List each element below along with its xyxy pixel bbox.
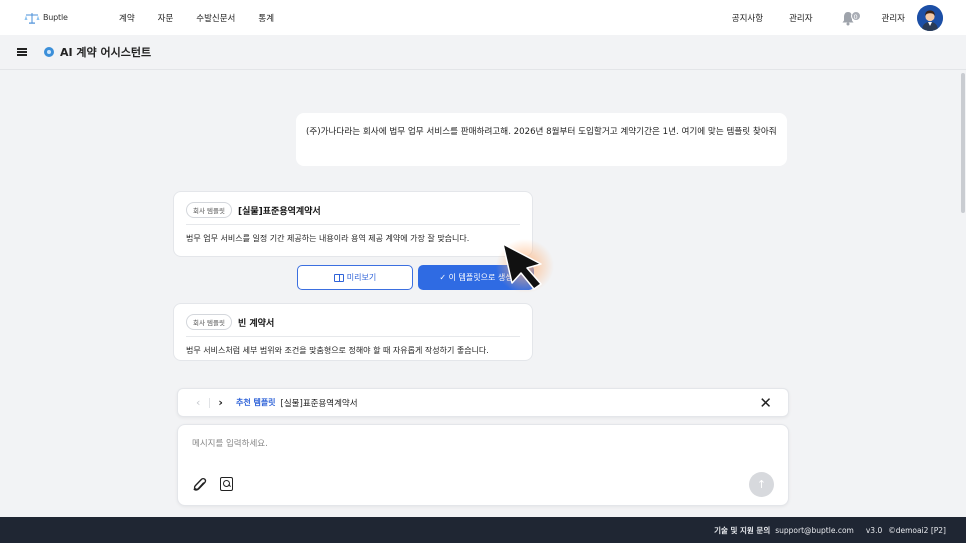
- hamburger-menu-icon[interactable]: [17, 48, 27, 56]
- message-input[interactable]: [192, 439, 692, 449]
- mouse-cursor-icon: [496, 239, 554, 293]
- divider: [209, 397, 211, 408]
- preview-button[interactable]: 미리보기: [297, 265, 413, 290]
- recommendation-label: 추천 템플릿: [235, 398, 276, 407]
- scrollbar-thumb[interactable]: [961, 73, 965, 213]
- close-icon[interactable]: ✕: [759, 394, 772, 412]
- template-card-header: 회사 템플릿 [실물]표준용역계약서: [186, 202, 520, 225]
- support-label: 기술 및 지원 문의: [714, 525, 771, 535]
- paperclip-icon[interactable]: [193, 477, 207, 493]
- template-card[interactable]: 회사 템플릿 [실물]표준용역계약서 법무 업무 서비스를 일정 기간 제공하는…: [173, 191, 533, 257]
- nav-item-statistics[interactable]: 통계: [258, 12, 274, 24]
- user-message: (주)가나다라는 회사에 법무 업무 서비스를 판매하려고해. 2026년 8월…: [296, 113, 787, 166]
- nav-item-advice[interactable]: 자문: [158, 12, 174, 24]
- template-title: 빈 계약서: [237, 318, 275, 329]
- scrollbar[interactable]: [960, 70, 966, 370]
- logo[interactable]: Buptle: [24, 12, 94, 24]
- recommendation-bar: ‹ › 추천 템플릿 [실물]표준용역계약서 ✕: [177, 388, 789, 417]
- footer: 기술 및 지원 문의 support@buptle.com v3.0 ©demo…: [0, 517, 966, 543]
- recommended-template-name[interactable]: [실물]표준용역계약서: [281, 397, 358, 409]
- next-icon[interactable]: ›: [218, 396, 223, 409]
- bell-icon[interactable]: 0: [841, 10, 861, 26]
- notice-link[interactable]: 공지사항: [732, 12, 763, 24]
- nav-item-documents[interactable]: 수발신문서: [196, 12, 235, 24]
- page-title: AI 계약 어시스턴트: [60, 46, 152, 59]
- support-email[interactable]: support@buptle.com: [775, 526, 854, 535]
- logo-text: Buptle: [43, 13, 68, 22]
- sub-header: AI 계약 어시스턴트: [0, 35, 966, 70]
- template-card[interactable]: 회사 템플릿 빈 계약서 법무 서비스처럼 세부 범위와 조건을 맞춤형으로 정…: [173, 303, 533, 361]
- avatar[interactable]: [917, 4, 943, 31]
- preview-button-label: 미리보기: [346, 273, 377, 282]
- previous-icon[interactable]: ‹: [196, 396, 200, 409]
- copyright: ©demoai2 [P2]: [888, 525, 946, 535]
- nav-item-contract[interactable]: 계약: [119, 12, 135, 24]
- template-type-chip: 회사 템플릿: [186, 314, 232, 330]
- template-card-header: 회사 템플릿 빈 계약서: [186, 314, 520, 337]
- template-description: 법무 업무 서비스를 일정 기간 제공하는 내용이라 용역 제공 계약에 가장 …: [186, 234, 470, 243]
- version: v3.0: [865, 525, 883, 535]
- notification-badge: 0: [850, 10, 861, 21]
- top-nav: Buptle 계약 자문 수발신문서 통계 공지사항 관리자 0 관리자: [0, 0, 966, 35]
- template-title: [실물]표준용역계약서: [237, 206, 321, 217]
- main-menu: 계약 자문 수발신문서 통계: [119, 12, 297, 24]
- admin-link[interactable]: 관리자: [789, 12, 812, 24]
- template-type-chip: 회사 템플릿: [186, 202, 232, 218]
- message-composer: ↑: [177, 424, 789, 506]
- user-name[interactable]: 관리자: [882, 12, 905, 24]
- scale-logo-icon: [24, 12, 40, 24]
- assistant-status-icon: [44, 47, 54, 57]
- document-search-icon[interactable]: [220, 477, 233, 491]
- send-button[interactable]: ↑: [749, 472, 774, 497]
- template-description: 법무 서비스처럼 세부 범위와 조건을 맞춤형으로 정해야 할 때 자유롭게 작…: [186, 346, 489, 355]
- nav-right: 공지사항 관리자 0 관리자: [732, 4, 943, 31]
- preview-icon: [333, 273, 344, 282]
